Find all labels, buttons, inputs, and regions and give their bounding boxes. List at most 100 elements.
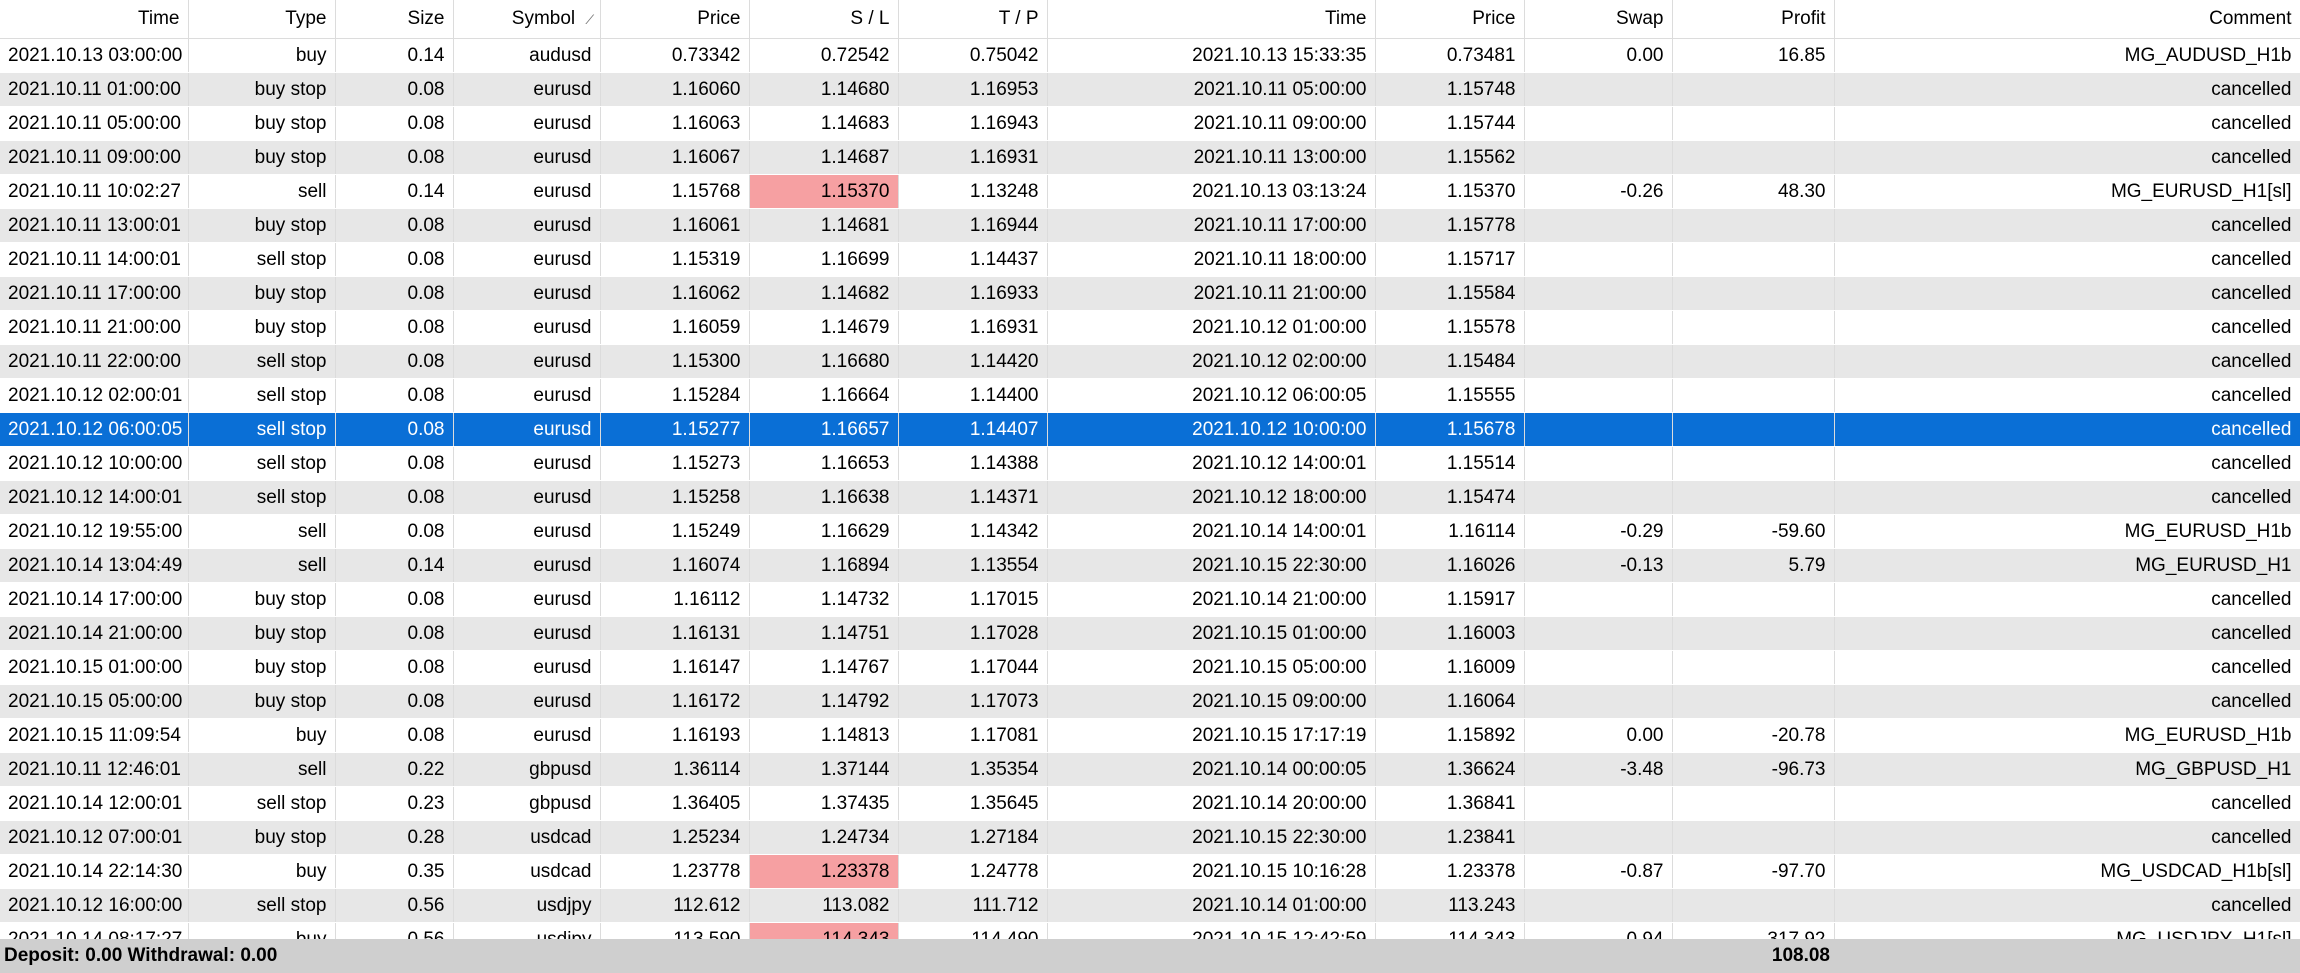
table-row[interactable]: 2021.10.14 21:00:00 buy stop 0.08 eurusd 1.1… bbox=[0, 616, 2300, 651]
cell-size: 0.14 bbox=[335, 38, 454, 73]
cell-type: sell stop bbox=[188, 480, 336, 515]
col-header-stop-loss[interactable]: S / L bbox=[749, 0, 899, 39]
table-row[interactable]: 2021.10.12 06:00:05 sell stop 0.08 eurusd 1.… bbox=[0, 412, 2300, 447]
col-header-take-profit[interactable]: T / P bbox=[898, 0, 1048, 39]
cell-comment: cancelled bbox=[1834, 616, 2300, 651]
col-header-close-price[interactable]: Price bbox=[1375, 0, 1525, 39]
cell-close-time: 2021.10.14 00:00:05 bbox=[1047, 752, 1376, 787]
table-row[interactable]: 2021.10.12 14:00:01 sell stop 0.08 eurusd 1.… bbox=[0, 480, 2300, 515]
cell-open-time: 2021.10.11 14:00:01 bbox=[0, 242, 189, 277]
cell-close-price: 1.15555 bbox=[1375, 378, 1525, 413]
cell-open-price: 1.23778 bbox=[600, 854, 750, 889]
cell-stop-loss: 1.14680 bbox=[749, 72, 899, 107]
cell-take-profit: 1.24778 bbox=[898, 854, 1048, 889]
table-row[interactable]: 2021.10.11 17:00:00 buy stop 0.08 eurusd 1.1… bbox=[0, 276, 2300, 311]
cell-type: sell stop bbox=[188, 412, 336, 447]
cell-symbol: usdjpy bbox=[453, 888, 601, 923]
cell-size: 0.08 bbox=[335, 718, 454, 753]
cell-symbol: eurusd bbox=[453, 684, 601, 719]
cell-close-price: 1.15678 bbox=[1375, 412, 1525, 447]
table-row[interactable]: 2021.10.11 01:00:00 buy stop 0.08 eurusd 1.1… bbox=[0, 72, 2300, 107]
cell-close-price: 1.15717 bbox=[1375, 242, 1525, 277]
cell-open-price: 1.36405 bbox=[600, 786, 750, 821]
cell-open-price: 1.16112 bbox=[600, 582, 750, 617]
col-header-open-price[interactable]: Price bbox=[600, 0, 750, 39]
cell-close-price: 1.23841 bbox=[1375, 820, 1525, 855]
table-row[interactable]: 2021.10.11 22:00:00 sell stop 0.08 eurusd 1.… bbox=[0, 344, 2300, 379]
cell-open-price: 1.16193 bbox=[600, 718, 750, 753]
cell-profit: -96.73 bbox=[1672, 752, 1835, 787]
table-row[interactable]: 2021.10.14 17:00:00 buy stop 0.08 eurusd 1.1… bbox=[0, 582, 2300, 617]
table-row[interactable]: 2021.10.11 14:00:01 sell stop 0.08 eurusd 1.… bbox=[0, 242, 2300, 277]
cell-close-time: 2021.10.13 15:33:35 bbox=[1047, 38, 1376, 73]
cell-stop-loss: 1.14813 bbox=[749, 718, 899, 753]
table-row[interactable]: 2021.10.14 13:04:49 sell 0.14 eurusd 1.16074… bbox=[0, 548, 2300, 583]
cell-stop-loss: 1.16653 bbox=[749, 446, 899, 481]
col-header-type[interactable]: Type bbox=[188, 0, 336, 39]
table-row[interactable]: 2021.10.15 01:00:00 buy stop 0.08 eurusd 1.1… bbox=[0, 650, 2300, 685]
cell-close-time: 2021.10.14 01:00:00 bbox=[1047, 888, 1376, 923]
cell-profit bbox=[1672, 276, 1835, 311]
col-header-swap[interactable]: Swap bbox=[1524, 0, 1673, 39]
cell-type: buy stop bbox=[188, 72, 336, 107]
cell-open-time: 2021.10.11 10:02:27 bbox=[0, 174, 189, 209]
table-row[interactable]: 2021.10.15 05:00:00 buy stop 0.08 eurusd 1.1… bbox=[0, 684, 2300, 719]
cell-close-price: 1.16009 bbox=[1375, 650, 1525, 685]
cell-take-profit: 1.13248 bbox=[898, 174, 1048, 209]
cell-symbol: eurusd bbox=[453, 174, 601, 209]
cell-swap: 0.00 bbox=[1524, 718, 1673, 753]
cell-symbol: eurusd bbox=[453, 548, 601, 583]
cell-swap bbox=[1524, 888, 1673, 923]
total-profit: 108.08 bbox=[1771, 945, 1830, 966]
cell-close-time: 2021.10.14 20:00:00 bbox=[1047, 786, 1376, 821]
cell-close-price: 1.23378 bbox=[1375, 854, 1525, 889]
cell-comment: cancelled bbox=[1834, 208, 2300, 243]
table-row[interactable]: 2021.10.15 11:09:54 buy 0.08 eurusd 1.16193 1… bbox=[0, 718, 2300, 753]
cell-symbol: eurusd bbox=[453, 344, 601, 379]
cell-type: buy stop bbox=[188, 310, 336, 345]
cell-open-time: 2021.10.14 21:00:00 bbox=[0, 616, 189, 651]
cell-profit bbox=[1672, 582, 1835, 617]
cell-profit bbox=[1672, 242, 1835, 277]
cell-swap bbox=[1524, 140, 1673, 175]
table-row[interactable]: 2021.10.12 16:00:00 sell stop 0.56 usdjpy 11… bbox=[0, 888, 2300, 923]
table-row[interactable]: 2021.10.11 12:46:01 sell 0.22 gbpusd 1.36114… bbox=[0, 752, 2300, 787]
table-row[interactable]: 2021.10.12 19:55:00 sell 0.08 eurusd 1.15249… bbox=[0, 514, 2300, 549]
table-row[interactable]: 2021.10.11 09:00:00 buy stop 0.08 eurusd 1.1… bbox=[0, 140, 2300, 175]
table-row[interactable]: 2021.10.11 10:02:27 sell 0.14 eurusd 1.15768… bbox=[0, 174, 2300, 209]
col-header-open-time[interactable]: Time bbox=[0, 0, 189, 39]
col-header-size[interactable]: Size bbox=[335, 0, 454, 39]
table-row[interactable]: 2021.10.11 21:00:00 buy stop 0.08 eurusd 1.1… bbox=[0, 310, 2300, 345]
cell-size: 0.08 bbox=[335, 412, 454, 447]
col-header-comment[interactable]: Comment bbox=[1834, 0, 2300, 39]
cell-swap bbox=[1524, 820, 1673, 855]
cell-close-time: 2021.10.11 13:00:00 bbox=[1047, 140, 1376, 175]
cell-comment: cancelled bbox=[1834, 446, 2300, 481]
table-row[interactable]: 2021.10.14 22:14:30 buy 0.35 usdcad 1.23778 1… bbox=[0, 854, 2300, 889]
cell-profit bbox=[1672, 684, 1835, 719]
table-row[interactable]: 2021.10.13 03:00:00 buy 0.14 audusd 0.73342 0… bbox=[0, 38, 2300, 73]
header-row: Time Type Size Symbol ⁄ Price S / L T / P… bbox=[0, 0, 2300, 39]
table-row[interactable]: 2021.10.14 12:00:01 sell stop 0.23 gbpusd 1.… bbox=[0, 786, 2300, 821]
cell-close-price: 1.15484 bbox=[1375, 344, 1525, 379]
table-row[interactable]: 2021.10.11 13:00:01 buy stop 0.08 eurusd 1.1… bbox=[0, 208, 2300, 243]
col-header-profit[interactable]: Profit bbox=[1672, 0, 1835, 39]
col-header-symbol[interactable]: Symbol ⁄ bbox=[453, 0, 601, 39]
table-row[interactable]: 2021.10.12 02:00:01 sell stop 0.08 eurusd 1.… bbox=[0, 378, 2300, 413]
cell-open-time: 2021.10.12 07:00:01 bbox=[0, 820, 189, 855]
cell-swap: -3.48 bbox=[1524, 752, 1673, 787]
col-header-close-time[interactable]: Time bbox=[1047, 0, 1376, 39]
cell-comment: cancelled bbox=[1834, 684, 2300, 719]
cell-open-time: 2021.10.12 19:55:00 bbox=[0, 514, 189, 549]
cell-size: 0.08 bbox=[335, 344, 454, 379]
cell-type: sell stop bbox=[188, 888, 336, 923]
cell-size: 0.28 bbox=[335, 820, 454, 855]
cell-close-price: 1.36624 bbox=[1375, 752, 1525, 787]
table-row[interactable]: 2021.10.12 07:00:01 buy stop 0.28 usdcad 1.2… bbox=[0, 820, 2300, 855]
table-row[interactable]: 2021.10.12 10:00:00 sell stop 0.08 eurusd 1.… bbox=[0, 446, 2300, 481]
table-row[interactable]: 2021.10.11 05:00:00 buy stop 0.08 eurusd 1.1… bbox=[0, 106, 2300, 141]
cell-size: 0.08 bbox=[335, 514, 454, 549]
cell-open-time: 2021.10.12 14:00:01 bbox=[0, 480, 189, 515]
cell-symbol: eurusd bbox=[453, 480, 601, 515]
cell-take-profit: 1.16933 bbox=[898, 276, 1048, 311]
